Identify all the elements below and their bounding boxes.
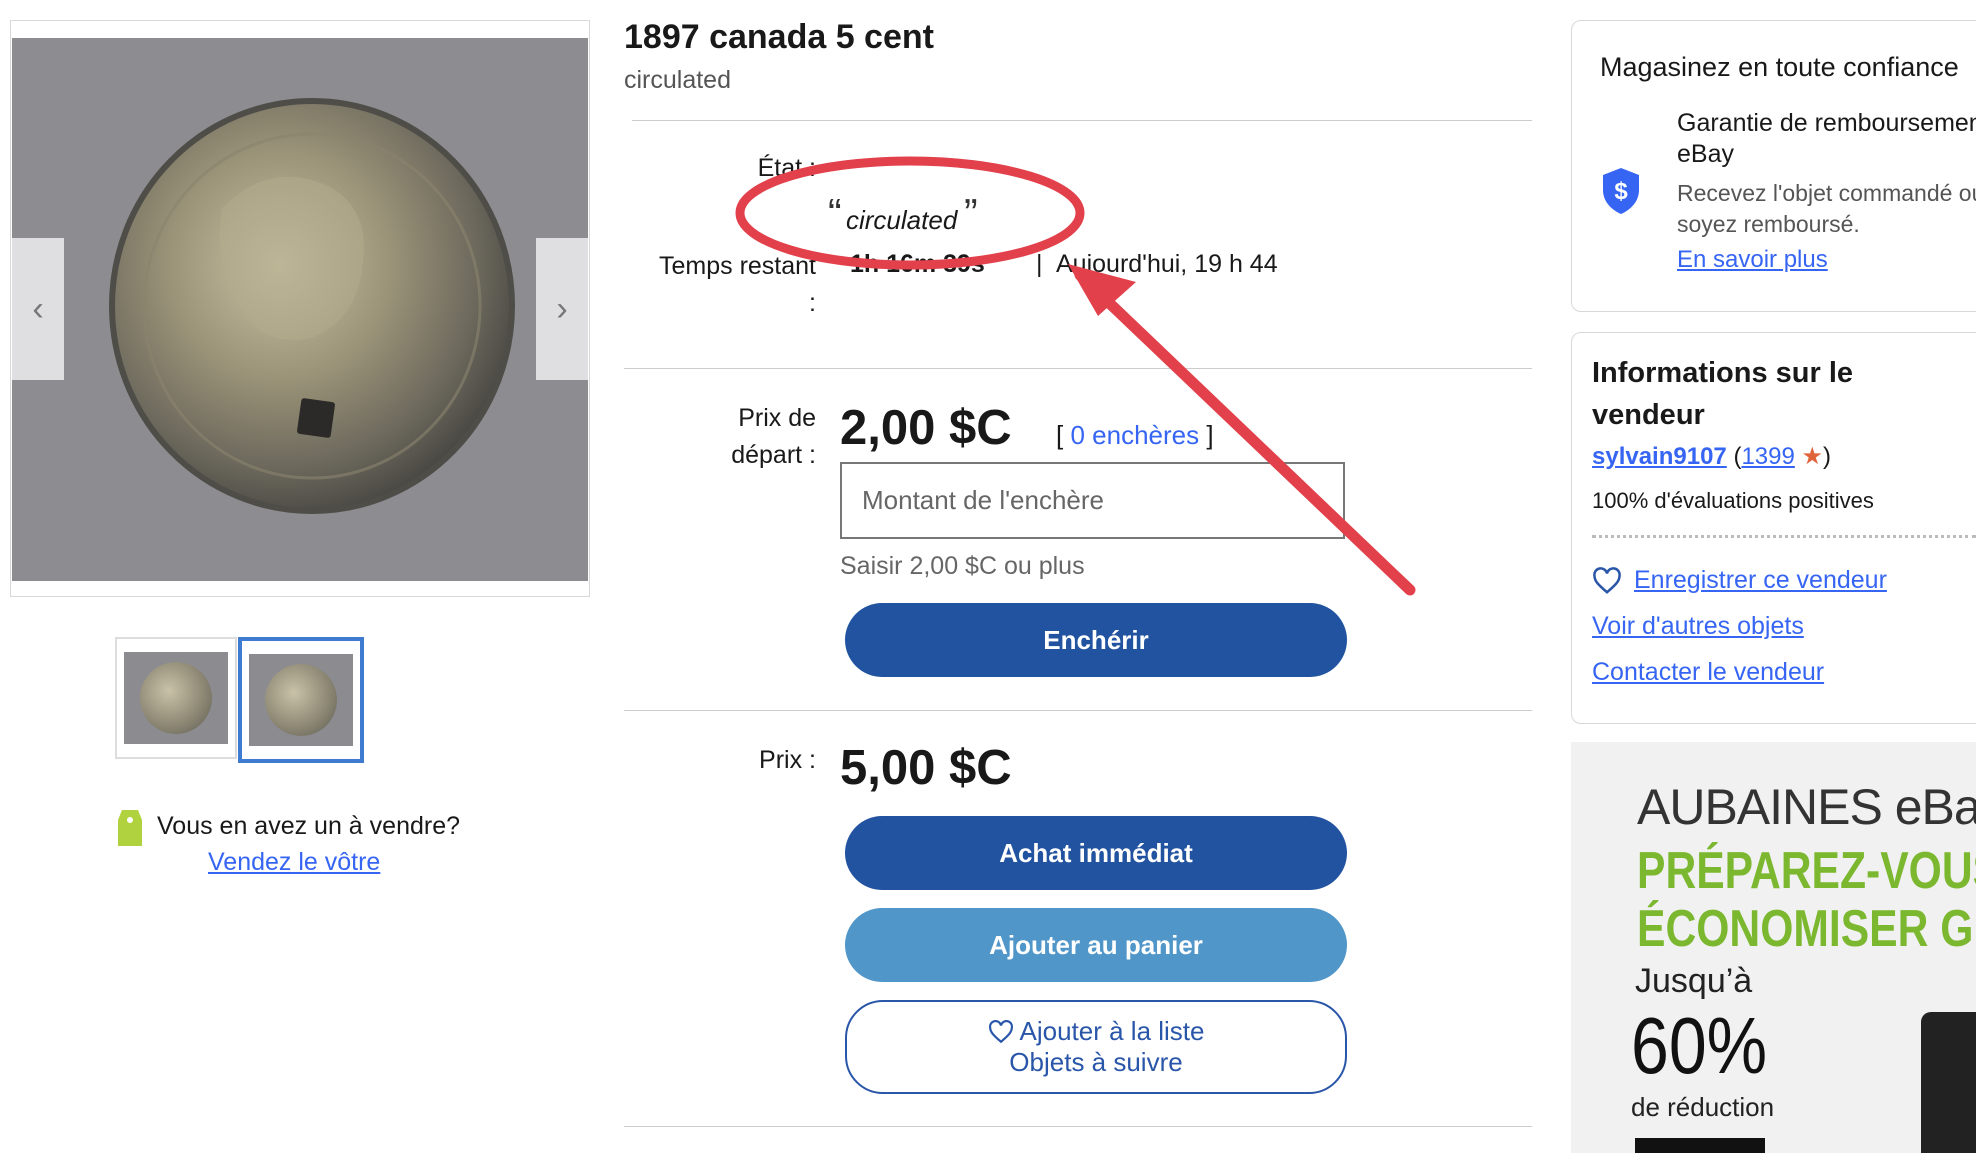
- learn-more-link[interactable]: En savoir plus: [1677, 246, 1828, 274]
- coin-thumbnail-image: [140, 662, 212, 734]
- promo-banner[interactable]: AUBAINES eBay PRÉPAREZ-VOUS À ÉCONOMISER…: [1571, 742, 1976, 1153]
- main-product-image[interactable]: [12, 38, 588, 581]
- divider: [632, 120, 1532, 121]
- promo-headline-1: PRÉPAREZ-VOUS À: [1637, 842, 1976, 900]
- tablet-image: [1921, 1012, 1976, 1153]
- seller-heading-1: Informations sur le: [1592, 357, 1854, 389]
- add-to-watchlist-button[interactable]: Ajouter à la liste Objets à suivre: [845, 1000, 1347, 1094]
- dotted-divider: [1592, 535, 1976, 538]
- promo-headline-2: ÉCONOMISER GROS: [1637, 900, 1976, 958]
- heart-icon[interactable]: [1592, 566, 1622, 595]
- seller-name-link[interactable]: sylvain9107: [1592, 443, 1727, 470]
- next-image-button[interactable]: ›: [536, 238, 588, 380]
- coin-thumbnail-image: [265, 664, 337, 736]
- seller-heading-2: vendeur: [1592, 399, 1705, 431]
- price-tag-icon: [116, 808, 144, 848]
- coin-image: [12, 38, 588, 581]
- promo-off: de réduction: [1631, 1092, 1775, 1122]
- guarantee-title-2: eBay: [1677, 140, 1734, 168]
- feedback-score-link[interactable]: 1399: [1741, 443, 1794, 470]
- watchlist-line-2: Objets à suivre: [1009, 1047, 1183, 1077]
- annotation-arrow-shaft: [1074, 269, 1416, 596]
- heart-icon: [988, 1019, 1013, 1043]
- annotation-ellipse: [735, 156, 1085, 270]
- red-annotation-overlay: [735, 156, 1416, 596]
- buy-now-price: 5,00 $C: [840, 741, 1012, 795]
- prev-image-button[interactable]: ‹: [12, 238, 64, 380]
- star-icon: ★: [1801, 443, 1824, 470]
- thumbnail-1[interactable]: [115, 637, 237, 759]
- chevron-left-icon: ‹: [32, 289, 44, 328]
- promo-brand: AUBAINES eBay: [1637, 779, 1976, 835]
- watchlist-line-1: Ajouter à la liste: [1019, 1016, 1205, 1046]
- svg-text:$: $: [1614, 178, 1628, 205]
- annotation-arrow-head: [1068, 264, 1136, 316]
- guarantee-desc-2: soyez remboursé.: [1677, 211, 1860, 237]
- other-items-link[interactable]: Voir d'autres objets: [1592, 612, 1804, 641]
- guarantee-heading: Magasinez en toute confiance: [1600, 52, 1959, 82]
- shield-dollar-icon: $: [1600, 166, 1642, 216]
- promo-upto: Jusqu’à: [1635, 962, 1753, 1000]
- sell-prompt-text: Vous en avez un à vendre?: [157, 812, 461, 840]
- item-subtitle: circulated: [624, 66, 731, 94]
- guarantee-title-1: Garantie de remboursement: [1677, 109, 1976, 137]
- contact-seller-link[interactable]: Contacter le vendeur: [1592, 658, 1824, 687]
- add-to-cart-button[interactable]: Ajouter au panier: [845, 908, 1347, 982]
- thumbnail-2-selected[interactable]: [238, 637, 364, 763]
- promo-percent: 60%: [1631, 1001, 1768, 1090]
- positive-feedback: 100% d'évaluations positives: [1592, 488, 1874, 513]
- divider: [624, 710, 1532, 711]
- sell-yours-link[interactable]: Vendez le vôtre: [208, 848, 380, 877]
- buy-now-button[interactable]: Achat immédiat: [845, 816, 1347, 890]
- price-label: Prix :: [759, 746, 816, 774]
- chevron-right-icon: ›: [556, 289, 568, 328]
- item-title: 1897 canada 5 cent: [624, 18, 934, 56]
- guarantee-desc-1: Recevez l'objet commandé ou: [1677, 180, 1976, 206]
- save-seller-link[interactable]: Enregistrer ce vendeur: [1634, 566, 1887, 595]
- place-bid-button[interactable]: Enchérir: [845, 603, 1347, 677]
- divider: [624, 1126, 1532, 1127]
- score-paren-close: ): [1823, 443, 1832, 470]
